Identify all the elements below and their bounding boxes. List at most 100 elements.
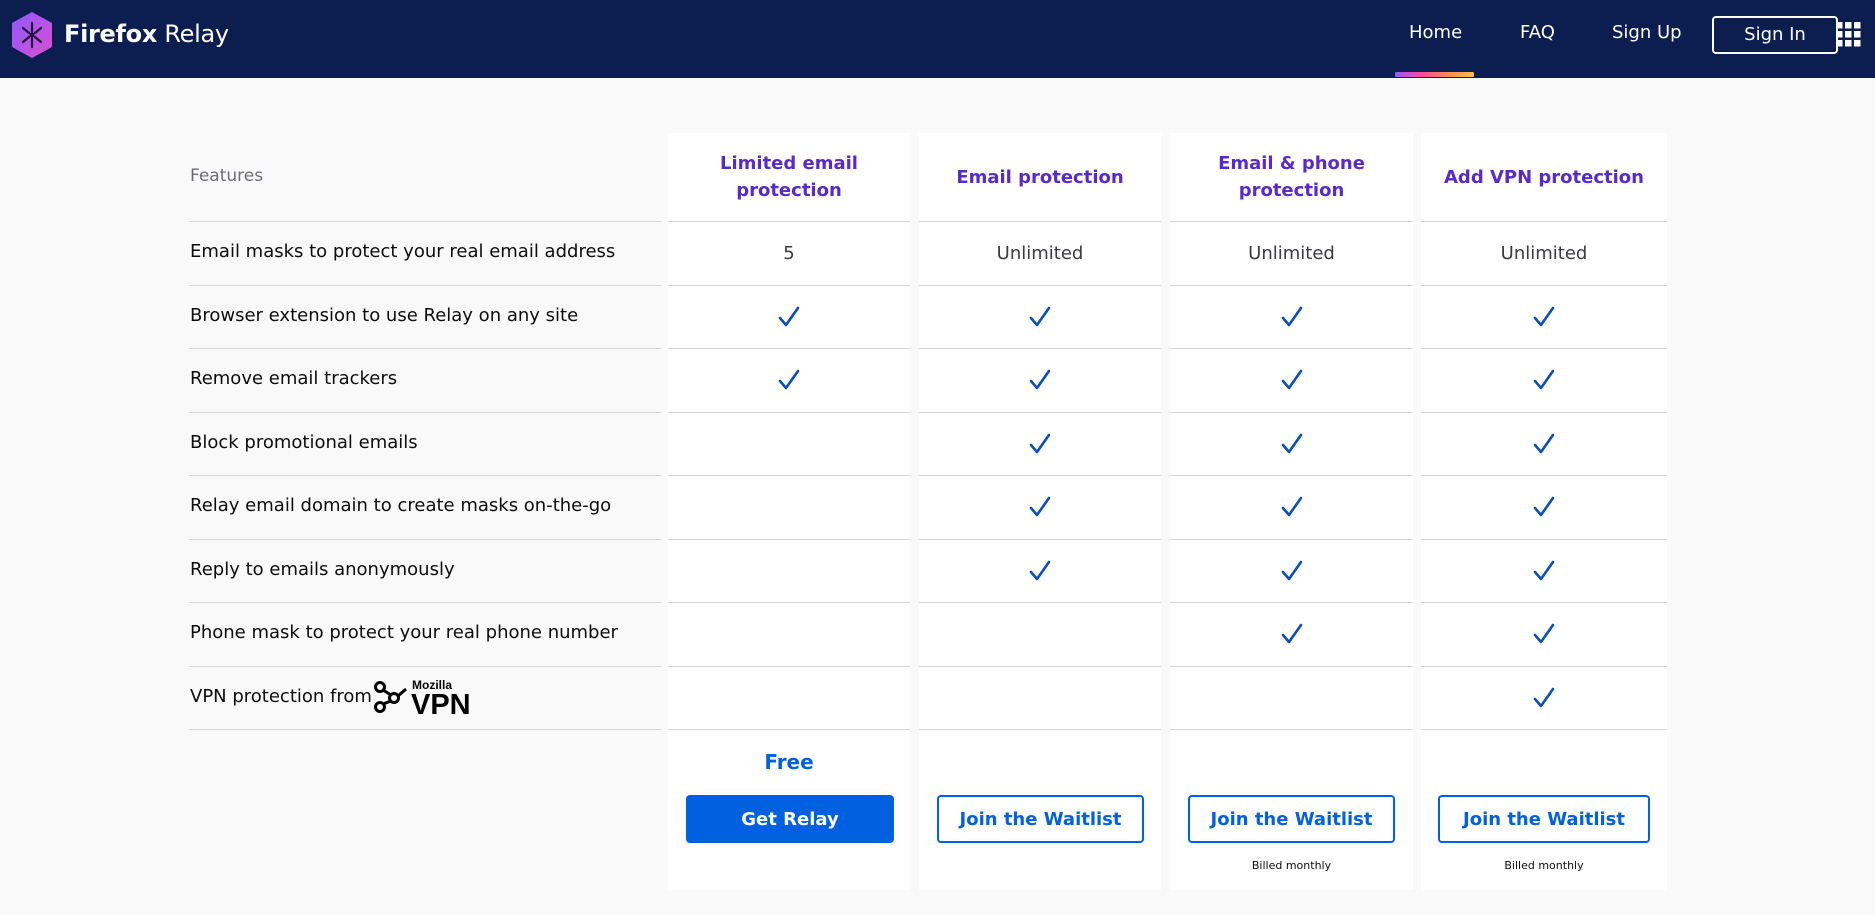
feature-label: Remove email trackers [190, 368, 398, 389]
row-divider [189, 729, 661, 730]
checkmark-icon [778, 369, 800, 390]
feature-label: Reply to emails anonymously [190, 559, 455, 580]
checkmark-icon [1533, 369, 1555, 390]
plan-title-email: Email protection [956, 166, 1124, 188]
plan-title-email-phone: Email & phone protection [1218, 153, 1365, 201]
brand-name-light: Relay [157, 20, 229, 48]
row-divider [189, 539, 661, 540]
feature-label: Browser extension to use Relay on any si… [190, 305, 579, 326]
feature-cell [668, 667, 910, 729]
row-divider [189, 412, 661, 413]
sign-in-button[interactable]: Sign In [1712, 16, 1838, 54]
checkmark-icon [1533, 623, 1555, 644]
feature-cell [919, 286, 1161, 348]
free-price: Free [764, 750, 814, 774]
feature-cell [1421, 603, 1667, 665]
nav-active-indicator [1395, 72, 1474, 77]
feature-label: Block promotional emails [190, 432, 418, 453]
feature-cell [1170, 476, 1413, 538]
feature-cell [668, 286, 910, 348]
feature-cell [919, 476, 1161, 538]
checkmark-icon [1533, 306, 1555, 327]
feature-cell [1421, 349, 1667, 411]
feature-label: Phone mask to protect your real phone nu… [190, 622, 618, 643]
apps-grid-icon[interactable] [1836, 22, 1861, 47]
nav-faq[interactable]: FAQ [1520, 22, 1555, 43]
checkmark-icon [1533, 433, 1555, 454]
checkmark-icon [1029, 433, 1051, 454]
feature-cell [1170, 667, 1413, 729]
feature-value: Unlimited [996, 242, 1084, 264]
features-heading: Features [190, 166, 264, 186]
row-divider [189, 475, 661, 476]
feature-cell [1421, 286, 1667, 348]
checkmark-icon [1281, 496, 1302, 517]
feature-cell: Unlimited [1170, 222, 1413, 284]
checkmark-icon [1281, 306, 1302, 327]
site-header: Firefox Relay Home FAQ Sign Up Sign In [0, 0, 1875, 78]
feature-value: Unlimited [1500, 242, 1588, 264]
checkmark-icon [1281, 560, 1302, 581]
feature-cell [668, 413, 910, 475]
checkmark-icon [1029, 306, 1051, 327]
feature-cell [919, 667, 1161, 729]
billing-note-email-phone: Billed monthly [1251, 859, 1332, 872]
checkmark-icon [1533, 496, 1555, 517]
plan-title-free: Limited email protection [720, 153, 858, 201]
feature-cell [1170, 603, 1413, 665]
row-divider [189, 285, 661, 286]
row-divider [189, 348, 661, 349]
feature-cell [919, 413, 1161, 475]
vpn-logo-big-text: VPN [411, 689, 471, 716]
feature-cell [668, 476, 910, 538]
firefox-relay-logo-icon[interactable] [10, 11, 54, 59]
feature-cell [668, 603, 910, 665]
feature-cell [668, 540, 910, 602]
row-divider [189, 221, 661, 222]
feature-cell [668, 349, 910, 411]
checkmark-icon [1029, 560, 1051, 581]
join-waitlist-button-vpn[interactable]: Join the Waitlist [1438, 795, 1650, 843]
feature-cell [1421, 476, 1667, 538]
nav-home[interactable]: Home [1409, 22, 1462, 43]
feature-cell [919, 349, 1161, 411]
billing-note-vpn: Billed monthly [1504, 859, 1584, 872]
nav-signup[interactable]: Sign Up [1612, 22, 1682, 43]
feature-cell [1170, 286, 1413, 348]
checkmark-icon [1281, 369, 1302, 390]
feature-label: VPN protection from [190, 686, 372, 707]
row-divider [189, 666, 661, 667]
feature-cell [1170, 540, 1413, 602]
feature-cell [1421, 667, 1667, 729]
checkmark-icon [1533, 560, 1555, 581]
feature-cell [919, 603, 1161, 665]
brand-name[interactable]: Firefox Relay [64, 20, 229, 48]
checkmark-icon [1029, 496, 1051, 517]
feature-cell [1421, 540, 1667, 602]
feature-cell [1170, 349, 1413, 411]
feature-cell [1421, 413, 1667, 475]
feature-cell [919, 540, 1161, 602]
mozilla-vpn-logo-icon: Mozilla VPN [374, 678, 471, 716]
join-waitlist-button-email-phone[interactable]: Join the Waitlist [1188, 795, 1395, 843]
get-relay-button[interactable]: Get Relay [686, 795, 894, 843]
feature-label: Email masks to protect your real email a… [190, 241, 616, 262]
join-waitlist-button-email[interactable]: Join the Waitlist [937, 795, 1144, 843]
feature-cell [1170, 413, 1413, 475]
row-divider [668, 729, 910, 730]
row-divider [189, 602, 661, 603]
feature-cell: Unlimited [919, 222, 1161, 284]
feature-value: 5 [783, 242, 795, 264]
feature-cell: Unlimited [1421, 222, 1667, 284]
checkmark-icon [778, 306, 800, 327]
brand-name-bold: Firefox [64, 20, 158, 48]
row-divider [1421, 729, 1667, 730]
feature-label: Relay email domain to create masks on-th… [190, 495, 612, 516]
row-divider [1170, 729, 1413, 730]
checkmark-icon [1281, 623, 1302, 644]
checkmark-icon [1281, 433, 1302, 454]
row-divider [919, 729, 1161, 730]
feature-value: Unlimited [1248, 242, 1335, 264]
checkmark-icon [1029, 369, 1051, 390]
checkmark-icon [1533, 687, 1555, 708]
